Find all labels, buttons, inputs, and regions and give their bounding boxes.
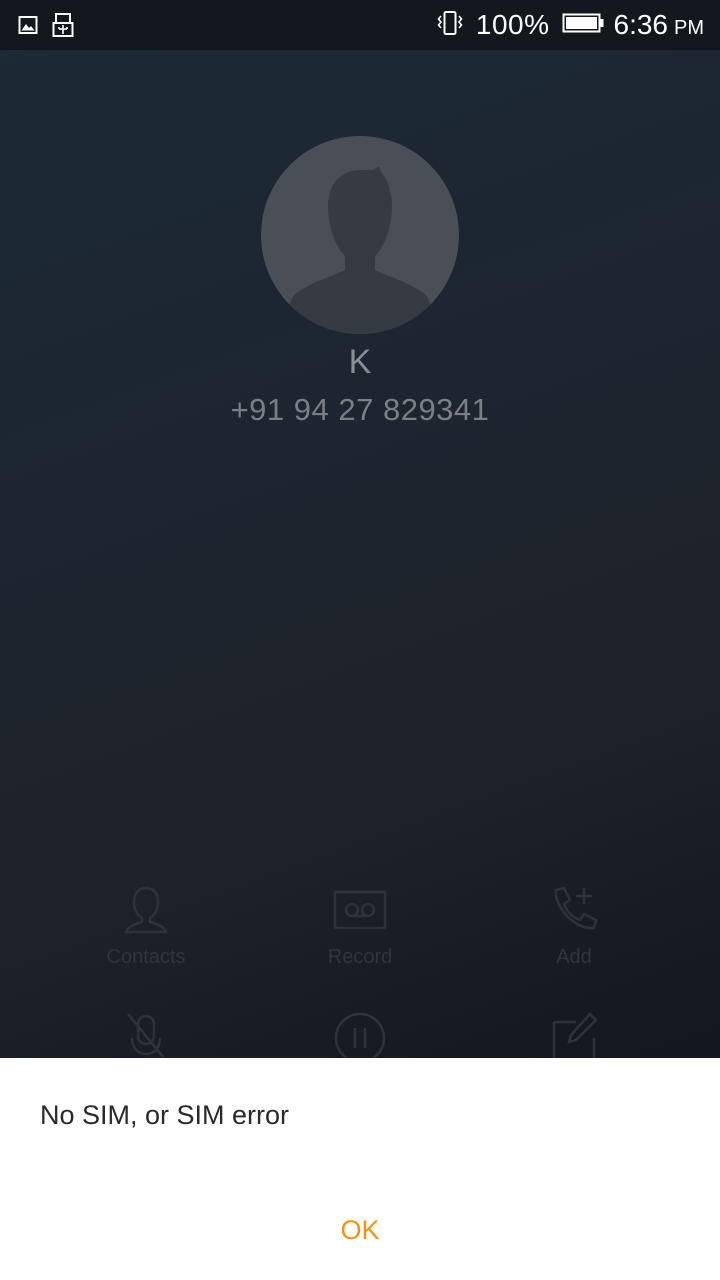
battery-icon bbox=[562, 13, 604, 38]
contacts-button[interactable]: Contacts bbox=[46, 882, 246, 969]
mute-button[interactable] bbox=[46, 1008, 246, 1064]
caller-name: K bbox=[348, 343, 372, 381]
add-label: Add bbox=[556, 946, 592, 968]
vibrate-icon bbox=[436, 10, 464, 41]
contact-avatar bbox=[261, 136, 459, 334]
status-left-icons bbox=[18, 13, 74, 42]
record-button[interactable]: Record bbox=[260, 882, 460, 969]
note-icon bbox=[552, 1012, 598, 1062]
status-right: 100% 6:36 PM bbox=[436, 8, 704, 42]
hold-icon bbox=[334, 1012, 386, 1064]
mute-icon bbox=[127, 1013, 165, 1059]
clock-time: 6:36 bbox=[613, 9, 669, 40]
usb-icon bbox=[52, 13, 74, 42]
caller-number: +91 94 27 829341 bbox=[230, 392, 490, 427]
record-icon bbox=[333, 890, 387, 930]
contacts-label: Contacts bbox=[106, 946, 186, 968]
dialog-message: No SIM, or SIM error bbox=[40, 1100, 290, 1130]
note-button[interactable] bbox=[474, 1008, 674, 1064]
add-call-button[interactable]: Add bbox=[474, 882, 674, 969]
in-call-screen: 100% 6:36 PM K +91 94 27 829341 Contacts bbox=[0, 0, 720, 1280]
clock-ampm: PM bbox=[674, 16, 704, 39]
person-silhouette-icon bbox=[285, 166, 435, 334]
image-icon bbox=[18, 15, 38, 40]
hold-button[interactable] bbox=[260, 1008, 460, 1064]
contacts-icon bbox=[124, 886, 168, 934]
record-label: Record bbox=[327, 946, 393, 968]
sim-error-dialog: No SIM, or SIM error OK bbox=[0, 1058, 720, 1280]
ok-button[interactable]: OK bbox=[300, 1208, 420, 1252]
battery-percent: 100% bbox=[475, 9, 550, 40]
add-call-icon bbox=[554, 886, 598, 930]
status-bar: 100% 6:36 PM bbox=[0, 0, 720, 50]
